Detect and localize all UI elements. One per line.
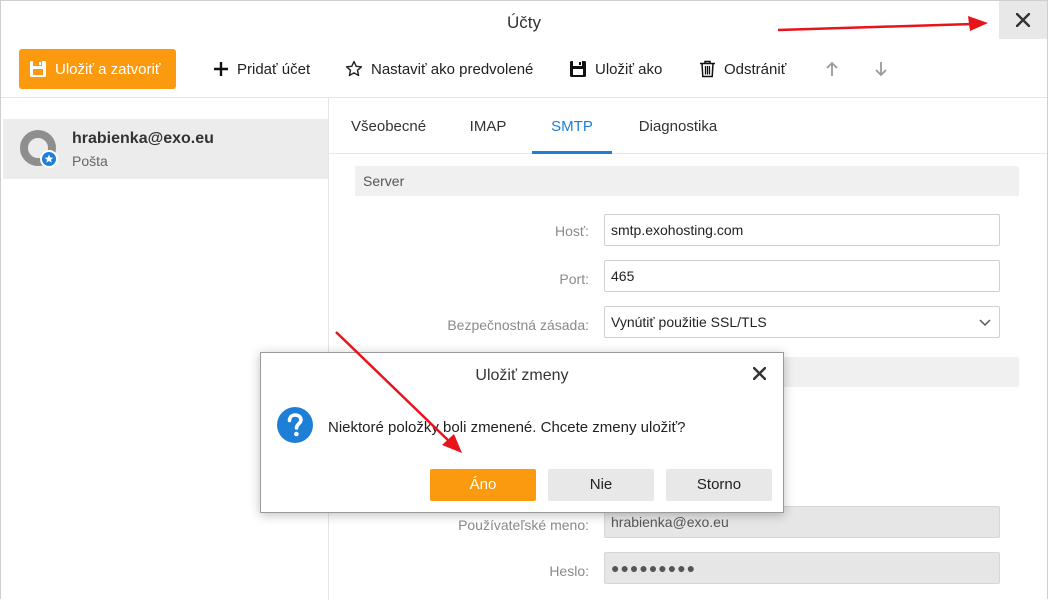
move-up-button[interactable] (825, 49, 839, 89)
close-icon (1016, 13, 1030, 27)
account-avatar-icon (20, 130, 58, 168)
host-input[interactable] (604, 214, 1000, 246)
window-close-button[interactable] (999, 1, 1047, 39)
chevron-down-icon (979, 319, 991, 327)
port-label: Port: (559, 271, 589, 287)
security-selected-value: Vynútiť použitie SSL/TLS (611, 314, 767, 330)
close-icon (752, 366, 766, 380)
username-label: Používateľské meno: (458, 517, 589, 533)
port-input[interactable] (604, 260, 1000, 292)
toolbar: Uložiť a zatvoriť Pridať účet Nastaviť a… (1, 45, 1047, 97)
security-select[interactable]: Vynútiť použitie SSL/TLS (604, 306, 1000, 338)
password-input[interactable]: ●●●●●●●●● (604, 552, 1000, 584)
save-as-label: Uložiť ako (595, 60, 663, 78)
delete-button[interactable]: Odstrániť (699, 49, 786, 89)
save-and-close-button[interactable]: Uložiť a zatvoriť (19, 49, 177, 89)
delete-label: Odstrániť (724, 60, 787, 78)
floppy-disk-icon (30, 61, 46, 77)
server-section-header: Server (355, 166, 1019, 196)
trash-icon (700, 60, 715, 78)
star-icon (345, 60, 363, 77)
account-type: Pošta (72, 153, 108, 169)
tab-imap[interactable]: IMAP (467, 98, 509, 151)
password-label: Heslo: (549, 563, 589, 579)
right-edge-shadow (1045, 44, 1050, 599)
dialog-close-button[interactable] (747, 361, 771, 385)
set-default-button[interactable]: Nastaviť ako predvolené (345, 49, 533, 89)
settings-tabs: Všeobecné IMAP SMTP Diagnostika (329, 98, 1047, 154)
cancel-button[interactable]: Storno (666, 469, 772, 501)
set-default-label: Nastaviť ako predvolené (371, 60, 534, 78)
account-list-item[interactable]: hrabienka@exo.eu Pošta (3, 119, 328, 179)
tab-diagnostics[interactable]: Diagnostika (637, 98, 719, 151)
security-label: Bezpečnostná zásada: (447, 317, 589, 333)
tab-general[interactable]: Všeobecné (351, 98, 426, 151)
move-down-button[interactable] (874, 49, 888, 89)
floppy-disk-icon (570, 61, 586, 77)
save-as-button[interactable]: Uložiť ako (569, 49, 662, 89)
yes-button[interactable]: Áno (430, 469, 536, 501)
save-and-close-label: Uložiť a zatvoriť (55, 60, 161, 78)
no-button[interactable]: Nie (548, 469, 654, 501)
arrow-down-icon (875, 62, 887, 77)
add-account-label: Pridať účet (237, 60, 311, 78)
save-changes-dialog: Uložiť zmeny Niektoré položky boli zmene… (260, 352, 784, 513)
add-account-button[interactable]: Pridať účet (213, 49, 310, 89)
dialog-title: Uložiť zmeny (475, 367, 569, 384)
tab-smtp[interactable]: SMTP (532, 98, 612, 154)
question-icon (277, 407, 313, 443)
accounts-sidebar: hrabienka@exo.eu Pošta (1, 98, 329, 600)
account-name: hrabienka@exo.eu (72, 130, 214, 147)
arrow-up-icon (826, 61, 838, 76)
host-label: Hosť: (554, 223, 589, 239)
dialog-message: Niektoré položky boli zmenené. Chcete zm… (328, 419, 686, 436)
window-title: Účty (507, 13, 541, 32)
plus-icon (214, 62, 228, 76)
title-bar: Účty (1, 1, 1047, 45)
